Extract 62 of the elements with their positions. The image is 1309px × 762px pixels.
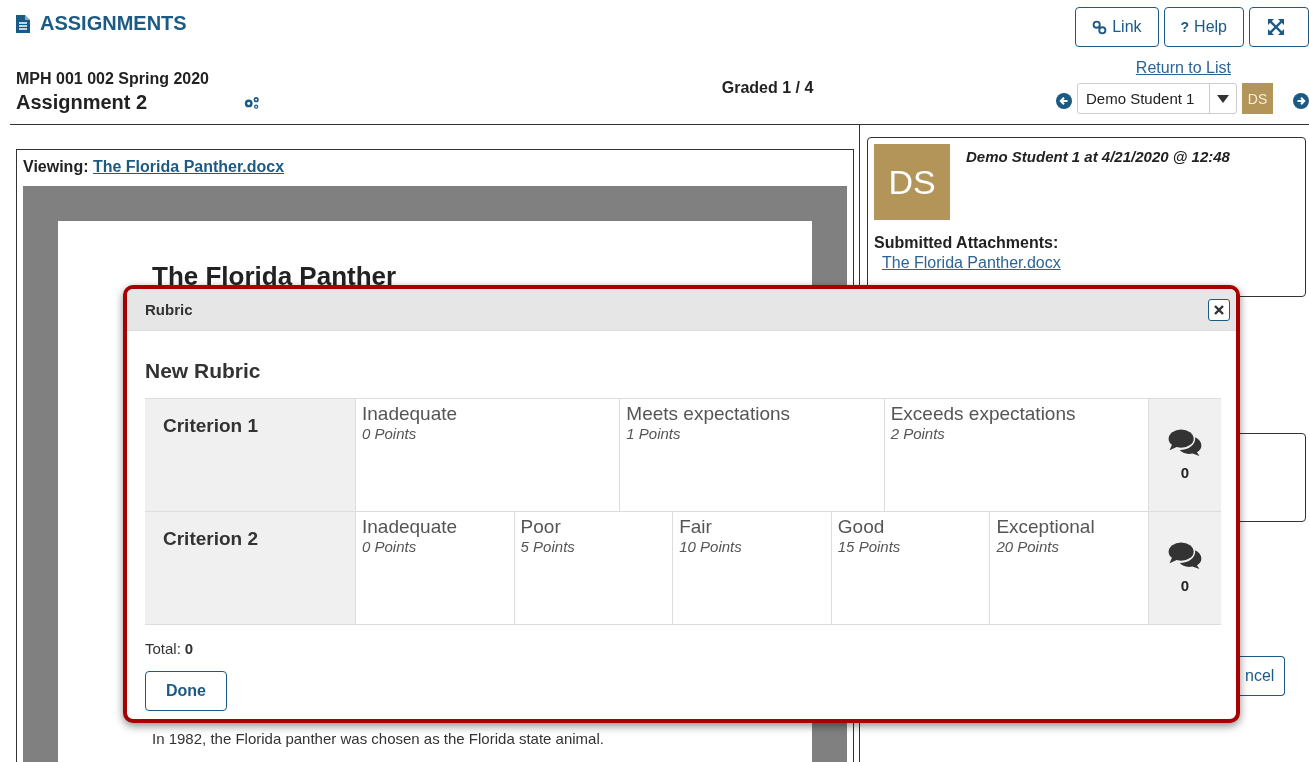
help-button[interactable]: ? Help [1163, 7, 1244, 47]
rating-cell[interactable]: Inadequate 0 Points [356, 512, 515, 624]
assignment-title: Assignment 2 [16, 91, 148, 114]
viewing-label: Viewing: [23, 158, 89, 175]
expand-icon [1268, 19, 1284, 35]
student-select[interactable]: Demo Student 1 [1077, 83, 1237, 114]
comments-icon [1168, 429, 1202, 456]
rating-points: 2 Points [890, 425, 946, 442]
rating-cell[interactable]: Inadequate 0 Points [356, 399, 621, 511]
rating-points: 10 Points [679, 538, 743, 555]
link-icon [1092, 19, 1108, 35]
rating-title: Inadequate [362, 516, 459, 538]
course-name: MPH 001 002 Spring 2020 [16, 70, 210, 88]
rating-title: Exceeds expectations [890, 403, 1077, 425]
comment-cell[interactable]: 0 [1148, 512, 1221, 624]
caret-icon [1217, 94, 1229, 103]
link-button[interactable]: Link [1075, 7, 1159, 47]
criterion-name: Criterion 1 [145, 399, 356, 511]
rating-points: 1 Points [626, 425, 682, 442]
dialog-title: Rubric [145, 301, 193, 318]
rating-cell[interactable]: Good 15 Points [831, 512, 991, 624]
done-button[interactable]: Done [145, 671, 227, 711]
comment-count: 0 [1180, 464, 1190, 481]
rating-points: 15 Points [837, 538, 902, 555]
attachments-label: Submitted Attachments: [874, 234, 1060, 252]
document-heading: The Florida Panther [152, 261, 398, 292]
rating-points: 0 Points [362, 538, 418, 555]
close-button[interactable] [1208, 298, 1230, 321]
rubric-name: New Rubric [145, 359, 262, 383]
rating-cell[interactable]: Fair 10 Points [673, 512, 832, 624]
student-avatar: DS [874, 144, 950, 220]
rating-points: 5 Points [520, 538, 576, 555]
rating-title: Poor [520, 516, 562, 538]
file-link[interactable]: The Florida Panther.docx [92, 158, 285, 175]
fullscreen-button[interactable] [1249, 7, 1309, 47]
rating-cell[interactable]: Exceptional 20 Points [990, 512, 1149, 624]
document-icon [16, 14, 30, 33]
total-value: 0 [184, 640, 194, 657]
comments-icon [1167, 542, 1202, 569]
rating-cell[interactable]: Exceeds expectations 2 Points [884, 399, 1149, 511]
rating-title: Inadequate [362, 403, 459, 425]
criterion-name: Criterion 2 [145, 512, 356, 624]
page-title: ASSIGNMENTS [40, 12, 187, 35]
cancel-button[interactable]: ncel [1239, 656, 1285, 696]
submission-info: Demo Student 1 at 4/21/2020 @ 12:48 [966, 148, 1230, 167]
rating-cell[interactable]: Poor 5 Points [514, 512, 674, 624]
rating-title: Meets expectations [626, 403, 792, 425]
attachment-link[interactable]: The Florida Panther.docx [882, 254, 1061, 272]
rating-points: 0 Points [362, 425, 418, 442]
return-to-list-link[interactable]: Return to List [1135, 59, 1231, 77]
graded-count: Graded 1 / 4 [720, 77, 815, 97]
comment-count: 0 [1180, 577, 1190, 594]
student-avatar: DS [1242, 83, 1273, 114]
close-icon [1214, 304, 1224, 315]
total-label: Total: [145, 640, 181, 657]
rating-title: Fair [679, 516, 713, 538]
rating-points: 20 Points [996, 538, 1060, 555]
rating-cell[interactable]: Meets expectations 1 Points [620, 399, 885, 511]
rating-title: Good [837, 516, 886, 538]
rating-title: Exceptional [996, 516, 1096, 538]
document-paragraph: In 1982, the Florida panther was chosen as the Florida state animal. [152, 730, 605, 747]
comment-cell[interactable]: 0 [1149, 399, 1221, 511]
